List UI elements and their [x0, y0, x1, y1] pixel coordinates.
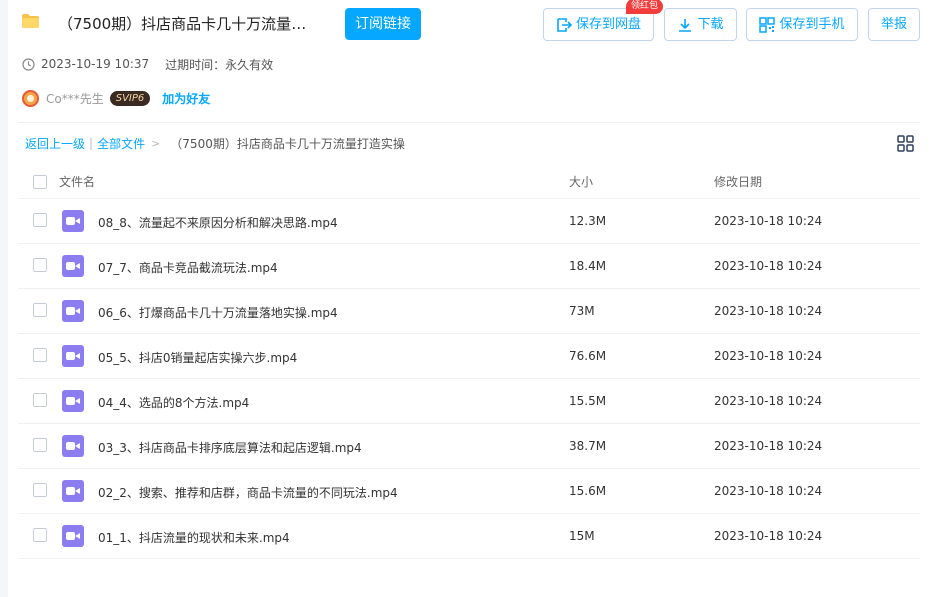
row-checkbox[interactable]: [33, 213, 47, 227]
breadcrumb-separator: |: [89, 136, 94, 150]
red-packet-badge[interactable]: 领红包: [626, 0, 664, 14]
file-date: 2023-10-18 10:24: [714, 394, 823, 408]
file-name[interactable]: 03_3、抖店商品卡排序底层算法和起店逻辑.mp4: [98, 439, 362, 456]
share-meta: 2023-10-19 10:37 过期时间：永久有效: [22, 56, 273, 72]
breadcrumb: 返回上一级 | 全部文件 > （7500期）抖店商品卡几十万流量打造实操: [25, 135, 405, 151]
add-friend-link[interactable]: 加为好友: [162, 90, 210, 107]
row-checkbox[interactable]: [33, 258, 47, 272]
row-checkbox[interactable]: [33, 303, 47, 317]
chevron-right-icon: >: [151, 136, 161, 150]
video-file-icon: [62, 210, 84, 232]
video-file-icon: [62, 390, 84, 412]
file-size: 76.6M: [569, 349, 607, 363]
file-size: 15.6M: [569, 484, 607, 498]
row-checkbox[interactable]: [33, 348, 47, 362]
file-name[interactable]: 06_6、打爆商品卡几十万流量落地实操.mp4: [98, 304, 338, 321]
video-file-icon: [62, 345, 84, 367]
file-size: 18.4M: [569, 259, 607, 273]
table-row[interactable]: 06_6、打爆商品卡几十万流量落地实操.mp4 73M 2023-10-18 1…: [18, 289, 920, 334]
table-row[interactable]: 08_8、流量起不来原因分析和解决思路.mp4 12.3M 2023-10-18…: [18, 199, 920, 244]
video-file-icon: [62, 300, 84, 322]
divider: [18, 122, 920, 123]
share-title: （7500期）抖店商品卡几十万流量打造...: [58, 15, 318, 33]
download-icon: [679, 18, 692, 32]
save-disk-icon: [557, 17, 572, 32]
file-date: 2023-10-18 10:24: [714, 439, 823, 453]
qr-phone-icon: [759, 16, 776, 33]
file-date: 2023-10-18 10:24: [714, 259, 823, 273]
file-name[interactable]: 08_8、流量起不来原因分析和解决思路.mp4: [98, 214, 338, 231]
file-size: 12.3M: [569, 214, 607, 228]
file-size: 73M: [569, 304, 595, 318]
row-checkbox[interactable]: [33, 528, 47, 542]
header-bar: （7500期）抖店商品卡几十万流量打造... 订阅链接 保存到网盘 领红包 下载: [8, 0, 937, 48]
all-files-link[interactable]: 全部文件: [97, 135, 145, 152]
select-all-checkbox[interactable]: [33, 175, 47, 189]
file-size: 15M: [569, 529, 595, 543]
current-folder: （7500期）抖店商品卡几十万流量打造实操: [170, 136, 405, 151]
expire-time: 过期时间：永久有效: [165, 57, 274, 72]
sharer-name: Co***先生: [46, 91, 104, 106]
folder-icon: [22, 14, 39, 28]
table-row[interactable]: 03_3、抖店商品卡排序底层算法和起店逻辑.mp4 38.7M 2023-10-…: [18, 424, 920, 469]
table-row[interactable]: 04_4、选品的8个方法.mp4 15.5M 2023-10-18 10:24: [18, 379, 920, 424]
file-size: 15.5M: [569, 394, 607, 408]
file-name[interactable]: 05_5、抖店0销量起店实操六步.mp4: [98, 349, 297, 366]
file-name[interactable]: 07_7、商品卡竞品截流玩法.mp4: [98, 259, 278, 276]
file-date: 2023-10-18 10:24: [714, 484, 823, 498]
video-file-icon: [62, 255, 84, 277]
file-date: 2023-10-18 10:24: [714, 214, 823, 228]
video-file-icon: [62, 480, 84, 502]
table-row[interactable]: 05_5、抖店0销量起店实操六步.mp4 76.6M 2023-10-18 10…: [18, 334, 920, 379]
video-file-icon: [62, 435, 84, 457]
file-date: 2023-10-18 10:24: [714, 529, 823, 543]
row-checkbox[interactable]: [33, 438, 47, 452]
subscribe-link-button[interactable]: 订阅链接: [345, 8, 421, 40]
share-page: （7500期）抖店商品卡几十万流量打造... 订阅链接 保存到网盘 领红包 下载: [8, 0, 937, 597]
svip-badge: SVIP6: [109, 90, 151, 106]
row-checkbox[interactable]: [33, 393, 47, 407]
table-row[interactable]: 07_7、商品卡竞品截流玩法.mp4 18.4M 2023-10-18 10:2…: [18, 244, 920, 289]
file-name[interactable]: 01_1、抖店流量的现状和未来.mp4: [98, 529, 290, 546]
table-row[interactable]: 01_1、抖店流量的现状和未来.mp4 15M 2023-10-18 10:24: [18, 514, 920, 559]
column-header-size[interactable]: 大小: [569, 173, 593, 190]
file-name[interactable]: 04_4、选品的8个方法.mp4: [98, 394, 249, 411]
share-time: 2023-10-19 10:37: [41, 57, 150, 71]
clock-icon: [22, 57, 35, 71]
download-button[interactable]: 下载: [664, 8, 737, 41]
save-to-phone-button[interactable]: 保存到手机: [746, 8, 858, 41]
file-date: 2023-10-18 10:24: [714, 304, 823, 318]
row-checkbox[interactable]: [33, 483, 47, 497]
sharer-info: Co***先生 SVIP6 加为好友: [22, 89, 210, 107]
table-header: 文件名 大小 修改日期: [18, 162, 920, 199]
grid-view-icon[interactable]: [897, 135, 914, 152]
video-file-icon: [62, 525, 84, 547]
file-size: 38.7M: [569, 439, 607, 453]
column-header-date[interactable]: 修改日期: [714, 173, 762, 190]
download-label: 下载: [697, 17, 724, 32]
save-to-phone-label: 保存到手机: [779, 17, 845, 32]
table-row[interactable]: 02_2、搜索、推荐和店群，商品卡流量的不同玩法.mp4 15.6M 2023-…: [18, 469, 920, 514]
back-link[interactable]: 返回上一级: [25, 135, 85, 152]
column-header-name[interactable]: 文件名: [59, 173, 95, 190]
avatar[interactable]: [22, 89, 39, 107]
report-button[interactable]: 举报: [868, 8, 920, 41]
file-name[interactable]: 02_2、搜索、推荐和店群，商品卡流量的不同玩法.mp4: [98, 484, 398, 501]
file-date: 2023-10-18 10:24: [714, 349, 823, 363]
